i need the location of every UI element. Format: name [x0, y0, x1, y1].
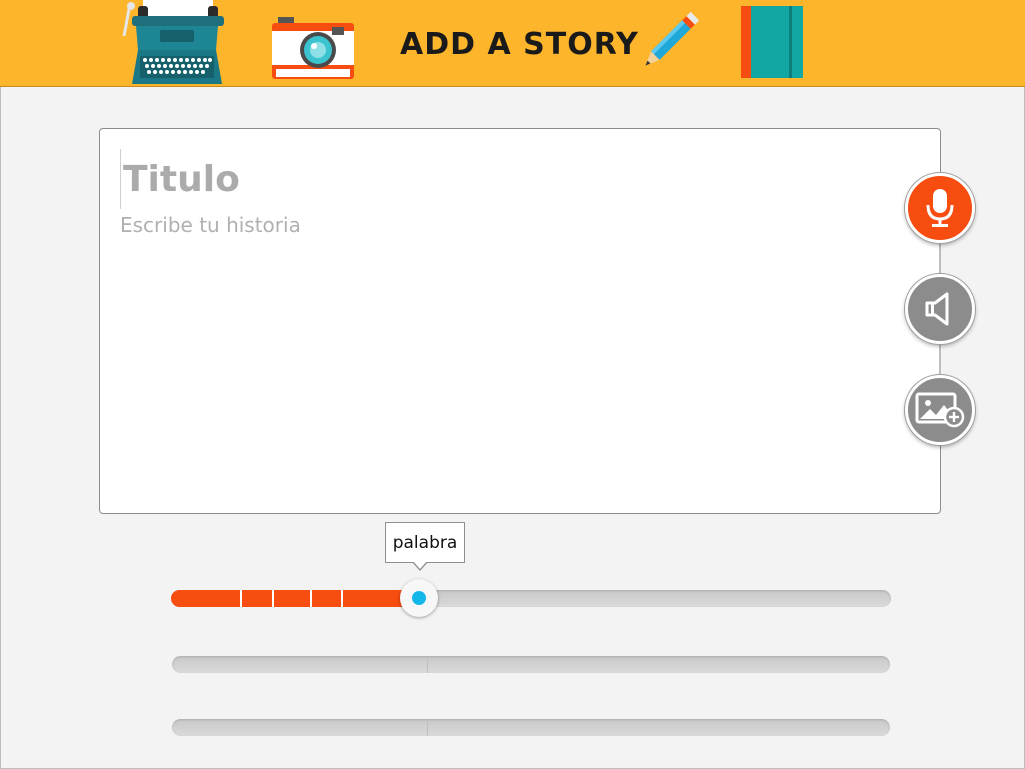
tooltip-pointer	[412, 561, 428, 571]
segment-divider	[240, 590, 242, 607]
add-image-icon	[915, 392, 965, 428]
segment-divider	[272, 590, 274, 607]
pencil-icon	[645, 11, 700, 66]
timeline-track-2[interactable]	[172, 656, 890, 673]
page-title: ADD A STORY	[400, 27, 639, 62]
timeline-track-3[interactable]	[172, 719, 890, 736]
segment-divider	[310, 590, 312, 607]
title-input[interactable]	[120, 149, 683, 209]
track-marker	[427, 656, 428, 673]
timeline-progress-fill	[171, 590, 419, 607]
timeline-thumb-dot	[412, 591, 426, 605]
story-textarea[interactable]	[120, 213, 880, 493]
microphone-icon	[926, 189, 954, 227]
story-editor	[99, 128, 941, 514]
header-bar: ADD A STORY	[0, 0, 1025, 87]
typewriter-icon	[122, 0, 224, 84]
track-marker	[427, 719, 428, 736]
segment-divider	[341, 590, 343, 607]
notebook-icon	[741, 6, 803, 78]
microphone-button[interactable]	[905, 173, 975, 243]
timeline-track-words[interactable]	[171, 590, 891, 607]
add-image-button[interactable]	[905, 375, 975, 445]
word-tooltip: palabra	[385, 522, 465, 563]
camera-icon	[272, 17, 354, 79]
speaker-icon	[925, 292, 949, 326]
speaker-button[interactable]	[905, 274, 975, 344]
timeline-thumb[interactable]	[400, 579, 438, 617]
